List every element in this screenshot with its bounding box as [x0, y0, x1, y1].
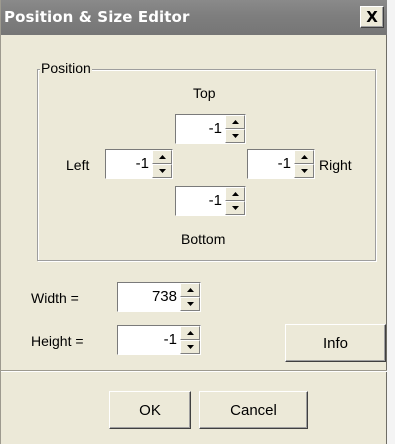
left-spinner[interactable]: -1 [105, 149, 173, 179]
bottom-value[interactable]: -1 [176, 187, 225, 215]
title-bar[interactable]: Position & Size Editor X [1, 0, 387, 35]
spin-up-arrow-icon [232, 192, 239, 196]
width-spinner-arrows [180, 283, 200, 311]
height-spinner[interactable]: -1 [117, 325, 201, 355]
height-spinner-arrows [180, 326, 200, 354]
left-spinner-arrows [152, 150, 172, 178]
left-spinner-down-button[interactable] [152, 164, 172, 178]
spin-up-arrow-icon [187, 288, 194, 292]
spin-up-arrow-icon [159, 155, 166, 159]
left-value[interactable]: -1 [106, 150, 152, 178]
height-value[interactable]: -1 [118, 326, 180, 354]
spin-down-arrow-icon [187, 345, 194, 349]
height-spinner-down-button[interactable] [180, 340, 200, 354]
top-spinner[interactable]: -1 [175, 114, 246, 144]
background-edge [387, 0, 395, 444]
bottom-spinner-arrows [225, 187, 245, 215]
spin-up-arrow-icon [301, 155, 308, 159]
button-bar-separator [1, 370, 387, 372]
right-spinner-up-button[interactable] [294, 150, 314, 164]
spin-down-arrow-icon [301, 169, 308, 173]
left-label: Left [66, 157, 90, 173]
width-spinner-down-button[interactable] [180, 297, 200, 311]
right-label: Right [319, 157, 352, 173]
top-spinner-up-button[interactable] [225, 115, 245, 129]
right-value[interactable]: -1 [248, 150, 294, 178]
right-spinner[interactable]: -1 [247, 149, 315, 179]
bottom-spinner-down-button[interactable] [225, 201, 245, 215]
width-spinner-up-button[interactable] [180, 283, 200, 297]
bottom-spinner-up-button[interactable] [225, 187, 245, 201]
top-spinner-down-button[interactable] [225, 129, 245, 143]
right-spinner-arrows [294, 150, 314, 178]
cancel-button[interactable]: Cancel [199, 391, 308, 429]
spin-down-arrow-icon [159, 169, 166, 173]
width-value[interactable]: 738 [118, 283, 180, 311]
height-spinner-up-button[interactable] [180, 326, 200, 340]
spin-down-arrow-icon [232, 206, 239, 210]
close-button[interactable]: X [360, 6, 384, 28]
info-button[interactable]: Info [285, 324, 386, 362]
bottom-label: Bottom [181, 231, 226, 247]
spin-down-arrow-icon [232, 134, 239, 138]
right-spinner-down-button[interactable] [294, 164, 314, 178]
window-title: Position & Size Editor [4, 8, 190, 26]
ok-button[interactable]: OK [109, 391, 191, 429]
top-spinner-arrows [225, 115, 245, 143]
top-value[interactable]: -1 [176, 115, 225, 143]
position-size-editor-dialog: Position & Size Editor X Position Top -1… [0, 0, 387, 444]
bottom-spinner[interactable]: -1 [175, 186, 246, 216]
close-icon: X [366, 7, 378, 26]
spin-up-arrow-icon [232, 120, 239, 124]
width-label: Width = [31, 290, 79, 306]
spin-up-arrow-icon [187, 331, 194, 335]
spin-down-arrow-icon [187, 302, 194, 306]
width-spinner[interactable]: 738 [117, 282, 201, 312]
left-spinner-up-button[interactable] [152, 150, 172, 164]
height-label: Height = [31, 333, 84, 349]
top-label: Top [193, 85, 216, 101]
position-group-label: Position [40, 60, 92, 76]
